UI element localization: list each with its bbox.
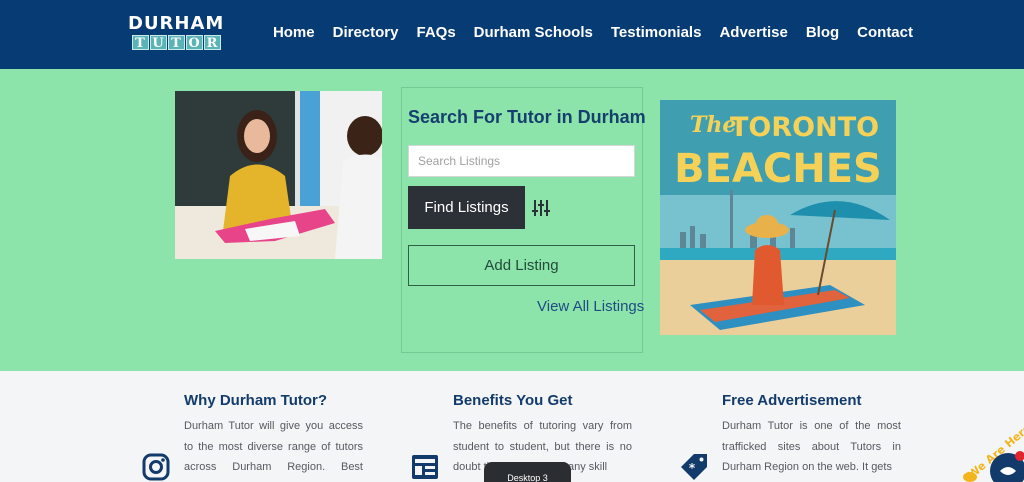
ad-line-toronto: TORONTO <box>730 112 879 143</box>
feature-text-free-ad: Durham Tutor is one of the most traffick… <box>722 420 901 473</box>
toronto-beaches-ad[interactable]: The TORONTO BEACHES <box>660 100 896 335</box>
logo-letter: U <box>149 35 167 51</box>
nav-home[interactable]: Home <box>273 23 315 43</box>
nav-blog[interactable]: Blog <box>806 23 839 43</box>
feature-title-benefits: Benefits You Get <box>453 392 573 409</box>
logo-letter: T <box>167 35 185 51</box>
search-input[interactable] <box>408 145 635 177</box>
nav-directory[interactable]: Directory <box>333 23 399 43</box>
filter-sliders-icon[interactable] <box>532 199 550 217</box>
desktop-tooltip: Desktop 3 <box>484 462 571 482</box>
feature-text-why: Durham Tutor will give you access to the… <box>184 420 363 482</box>
nav-durham-schools[interactable]: Durham Schools <box>474 23 593 43</box>
search-title: Search For Tutor in Durham <box>408 107 646 127</box>
logo-letter: R <box>203 35 221 51</box>
logo-letter: O <box>185 35 203 51</box>
logo-letter: T <box>131 35 149 51</box>
instagram-icon <box>142 453 170 481</box>
view-all-listings-link[interactable]: View All Listings <box>537 298 644 315</box>
logo-text-top: DURHAM <box>128 13 225 34</box>
ad-line-beaches: BEACHES <box>674 146 882 192</box>
nav-testimonials[interactable]: Testimonials <box>611 23 702 43</box>
tutor-photo <box>175 91 382 259</box>
logo-text-bottom: T U T O R <box>128 35 224 51</box>
site-header: DURHAM T U T O R Home Directory FAQs Dur… <box>0 0 1024 69</box>
nav-contact[interactable]: Contact <box>857 23 913 43</box>
newspaper-icon <box>412 455 438 479</box>
durham-tutor-logo[interactable]: DURHAM T U T O R <box>128 14 224 54</box>
nav-faqs[interactable]: FAQs <box>416 23 455 43</box>
nav-advertise[interactable]: Advertise <box>719 23 787 43</box>
find-listings-button[interactable]: Find Listings <box>408 186 525 229</box>
main-nav: Home Directory FAQs Durham Schools Testi… <box>273 23 913 43</box>
svg-text:*: * <box>689 461 696 475</box>
chat-widget[interactable]: We Are Here <box>962 421 1024 482</box>
feature-title-free-ad: Free Advertisement <box>722 392 862 409</box>
add-listing-button[interactable]: Add Listing <box>408 245 635 286</box>
tag-icon: * <box>681 454 707 480</box>
feature-title-why: Why Durham Tutor? <box>184 392 328 409</box>
